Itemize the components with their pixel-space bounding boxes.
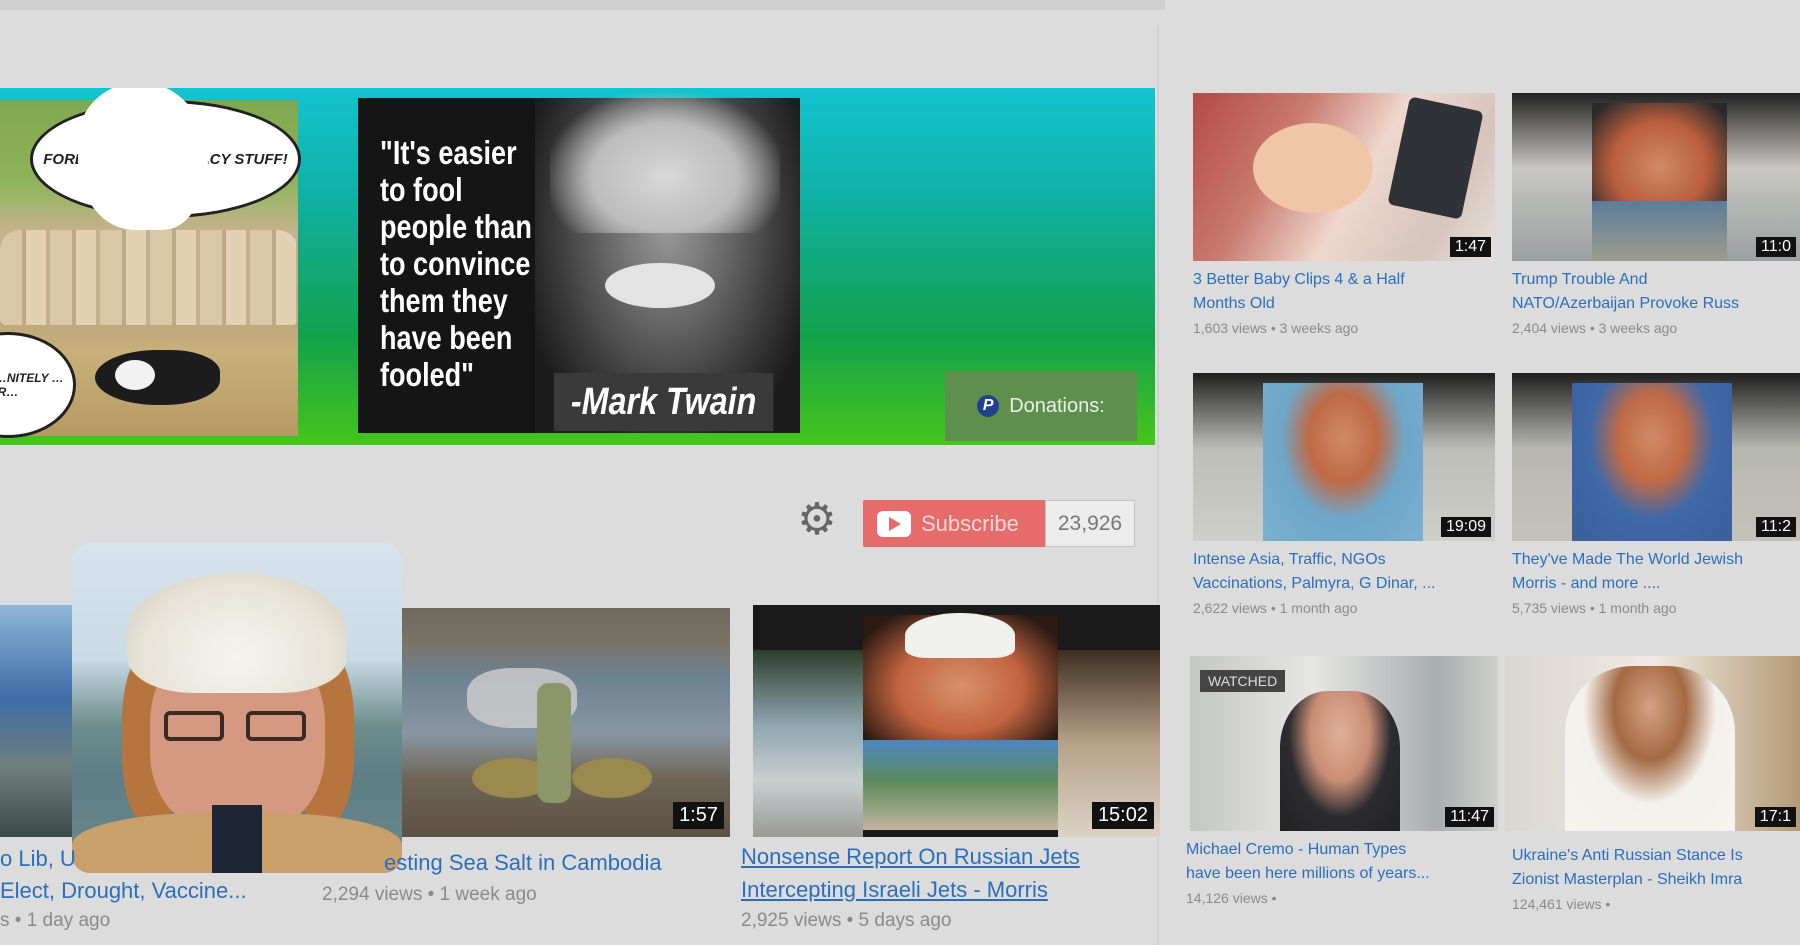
video-meta: s • 1 day ago [0,910,111,931]
video-meta: 14,126 views • [1186,890,1277,906]
video-thumbnail[interactable]: 19:09 [1193,373,1495,541]
video-thumbnail-1[interactable] [0,605,75,837]
video-title[interactable]: Months Old [1193,292,1493,316]
tablet [1387,96,1484,220]
video-meta: 2,294 views • 1 week ago [322,884,537,905]
video-meta: 124,461 views • [1512,896,1611,912]
speaker-figure [1565,666,1735,831]
top-bar [0,0,1165,10]
subscribe-label: Subscribe [921,510,1019,536]
worker-figure [537,683,571,803]
scene-left [753,650,863,837]
video-title[interactable]: Intercepting Israeli Jets - Morris [741,873,1048,906]
presenter-hat [905,613,1015,658]
video-title[interactable]: esting Sea Salt in Cambodia [384,846,662,879]
donations-label: Donations: [1009,394,1105,417]
avatar-hat [127,573,347,693]
subscriber-count: 23,926 [1045,500,1135,547]
speech-bubble-left: …MAN …NITELY …R… [0,332,76,438]
sheep-flock [0,230,298,325]
video-title[interactable]: o Lib, U [0,842,76,875]
baby [1253,123,1373,213]
presenter-figure [1572,383,1732,541]
video-thumbnail[interactable]: 17:1 [1505,656,1800,831]
video-meta: 2,622 views • 1 month ago [1193,600,1358,616]
sheepdog [95,350,220,405]
video-title[interactable]: Intense Asia, Traffic, NGOs [1193,548,1493,572]
basket-right [572,758,652,798]
avatar-glasses [164,711,314,743]
youtube-play-icon [877,510,911,537]
watched-badge: WATCHED [1200,670,1286,692]
video-duration: 11:2 [1756,517,1796,537]
video-title[interactable]: Vaccinations, Palmyra, G Dinar, ... [1193,572,1493,596]
video-thumbnail-3[interactable]: 15:02 [753,605,1160,837]
speaker-figure [1280,691,1400,831]
video-duration: 11:0 [1756,237,1796,257]
video-title[interactable]: Michael Cremo - Human Types [1186,838,1491,862]
video-duration: 11:47 [1445,807,1494,827]
twain-hair [550,93,780,233]
quote-text: "It's easier to fool people than to conv… [380,134,532,393]
video-thumbnail[interactable]: 11:0 [1512,93,1800,261]
video-duration: 1:47 [1449,237,1491,257]
video-title[interactable]: Nonsense Report On Russian Jets [741,840,1080,873]
video-meta: 2,925 views • 5 days ago [741,910,952,931]
video-duration: 15:02 [1091,802,1154,829]
video-thumbnail-2[interactable]: 1:57 [402,608,730,837]
video-title[interactable]: They've Made The World Jewish [1512,548,1800,572]
road-inset [863,740,1058,830]
avatar-collar [212,805,262,873]
video-duration: 1:57 [673,802,724,829]
video-thumbnail[interactable]: 1:47 [1193,93,1495,261]
video-thumbnail[interactable]: WATCHED 11:47 [1190,656,1498,831]
video-meta: 2,404 views • 3 weeks ago [1512,320,1678,336]
gear-icon[interactable]: ⚙ [797,498,837,542]
twain-mustache [605,263,715,308]
donations-link[interactable]: P Donations: [945,371,1137,441]
mark-twain-quote-image: "It's easier to fool people than to conv… [358,93,800,433]
quote-author: -Mark Twain [554,373,774,431]
video-duration: 17:1 [1754,807,1796,827]
speech-bubble-text: …MAN …NITELY …R… [0,371,64,399]
paypal-icon: P [977,395,1000,417]
video-title[interactable]: Trump Trouble And [1512,268,1800,292]
subscribe-button[interactable]: Subscribe [863,500,1045,547]
redaction-blob [78,88,208,230]
presenter-figure [1263,383,1423,541]
video-title[interactable]: Ukraine's Anti Russian Stance Is [1512,844,1800,868]
video-thumbnail[interactable]: 11:2 [1512,373,1800,541]
video-title[interactable]: 3 Better Baby Clips 4 & a Half [1193,268,1493,292]
road-inset [1592,201,1727,261]
video-duration: 19:09 [1440,517,1491,537]
channel-banner: FOREVOR, …THAT …ACY STUFF! …MAN …NITELY … [0,88,1155,445]
video-meta: 5,735 views • 1 month ago [1512,600,1677,616]
channel-avatar[interactable] [72,543,402,873]
video-title[interactable]: Zionist Masterplan - Sheikh Imra [1512,868,1800,892]
video-title[interactable]: NATO/Azerbaijan Provoke Russ [1512,292,1800,316]
video-meta: 1,603 views • 3 weeks ago [1193,320,1359,336]
video-title[interactable]: Elect, Drought, Vaccine... [0,874,247,907]
sheep-cartoon-image: FOREVOR, …THAT …ACY STUFF! …MAN …NITELY … [0,88,301,438]
video-title[interactable]: have been here millions of years... [1186,862,1491,886]
video-title[interactable]: Morris - and more .... [1512,572,1800,596]
